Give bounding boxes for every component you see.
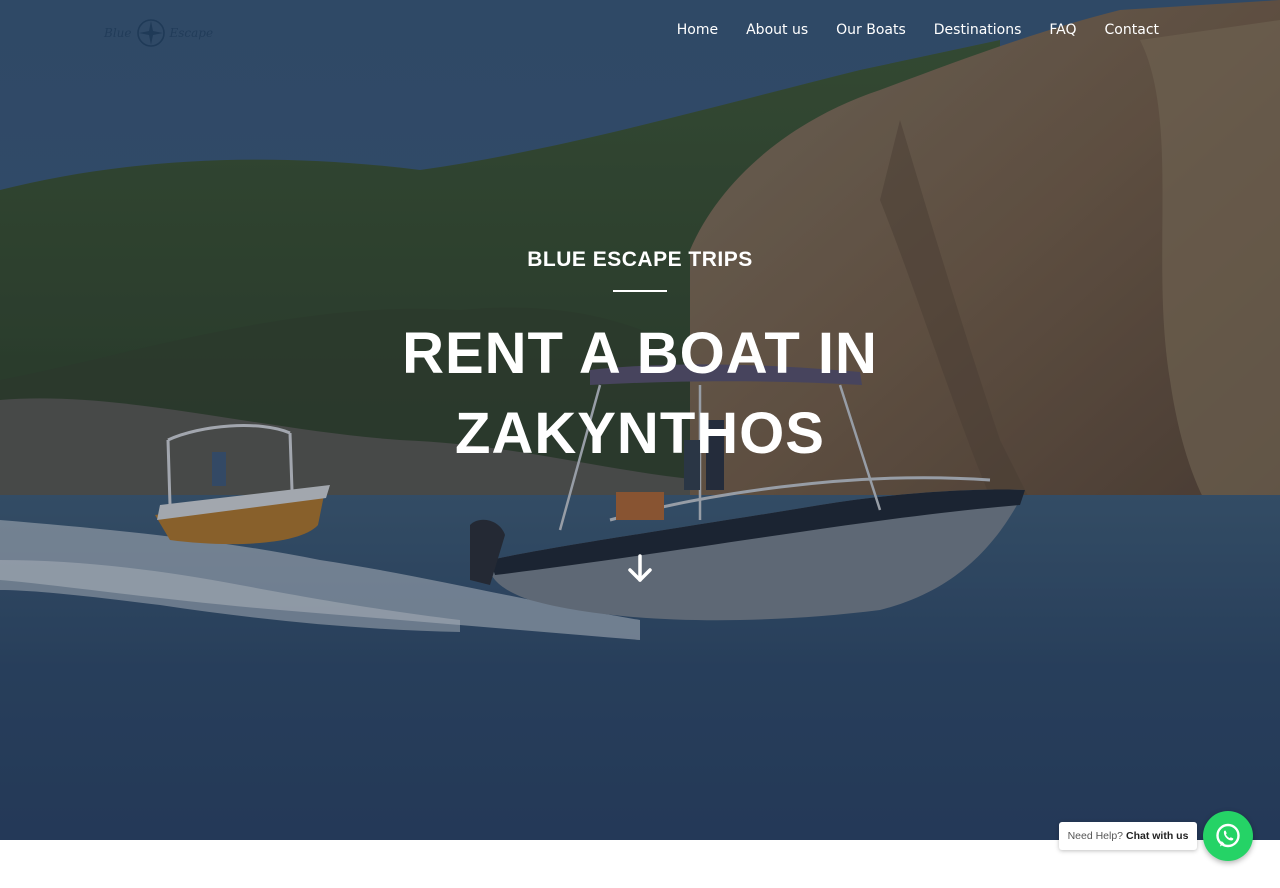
hero-eyebrow: BLUE ESCAPE TRIPS (527, 248, 753, 271)
chat-help-action: Chat with us (1126, 830, 1189, 842)
hero-title-line-1: RENT A BOAT IN (402, 321, 878, 386)
whatsapp-icon (1216, 823, 1240, 848)
hero-title: RENT A BOAT IN ZAKYNTHOS (340, 314, 940, 474)
chat-help-prefix: Need Help? (1067, 830, 1124, 842)
hero-content: BLUE ESCAPE TRIPS RENT A BOAT IN ZAKYNTH… (0, 248, 1280, 474)
nav-about-us[interactable]: About us (732, 19, 822, 41)
hero-divider (613, 290, 667, 292)
nav-home[interactable]: Home (663, 19, 732, 41)
hero-section: Blue Escape Home About us Our Boats Dest… (0, 0, 1280, 840)
nav-contact[interactable]: Contact (1091, 19, 1159, 41)
whatsapp-chat-button[interactable] (1203, 811, 1253, 861)
main-navigation: Home About us Our Boats Destinations FAQ… (663, 19, 1159, 41)
nav-our-boats[interactable]: Our Boats (822, 19, 920, 41)
site-logo[interactable]: Blue Escape (104, 16, 214, 50)
chat-help-bubble[interactable]: Need Help? Chat with us (1059, 822, 1197, 850)
logo-text-right: Escape (169, 26, 214, 40)
arrow-down-icon[interactable] (626, 554, 654, 584)
compass-icon (136, 19, 165, 47)
nav-destinations[interactable]: Destinations (920, 19, 1036, 41)
nav-faq[interactable]: FAQ (1035, 19, 1090, 41)
logo-text-left: Blue (104, 26, 132, 40)
hero-title-line-2: ZAKYNTHOS (455, 401, 825, 466)
